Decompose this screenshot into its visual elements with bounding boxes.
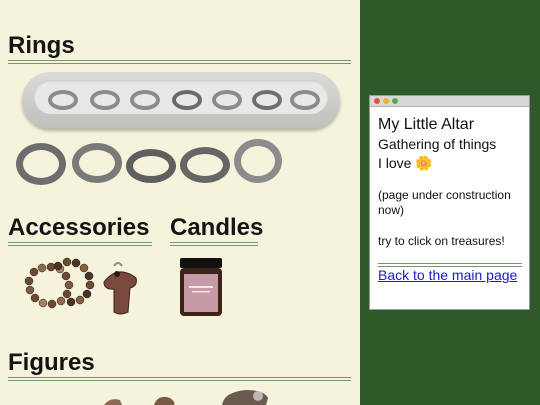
ring-3[interactable] — [130, 90, 160, 110]
window-title-bar[interactable] — [370, 96, 529, 107]
candles-divider — [170, 242, 258, 246]
large-ring-5[interactable] — [234, 139, 282, 183]
rings-divider — [8, 60, 351, 64]
large-ring-3[interactable] — [126, 149, 176, 183]
tray-inner — [34, 80, 328, 114]
ring-5[interactable] — [212, 90, 242, 110]
info-window: My Little Altar Gathering of things I lo… — [369, 95, 530, 310]
site-subtitle-line-2: I love 🌼 — [378, 155, 433, 171]
ring-1[interactable] — [48, 90, 78, 110]
candle-image[interactable] — [178, 256, 224, 318]
figures-divider — [8, 377, 351, 381]
click-hint: try to click on treasures! — [378, 234, 505, 248]
ring-2[interactable] — [90, 90, 120, 110]
section-heading-rings: Rings — [8, 32, 75, 59]
section-heading-candles: Candles — [170, 214, 264, 241]
large-ring-2[interactable] — [72, 143, 122, 183]
large-ring-1[interactable] — [16, 143, 66, 185]
accessories-image[interactable] — [14, 256, 144, 318]
figures-image[interactable] — [96, 388, 286, 405]
site-title: My Little Altar — [378, 116, 475, 133]
minimize-icon[interactable] — [383, 98, 389, 104]
section-heading-figures: Figures — [8, 349, 95, 376]
rings-tray-image[interactable] — [22, 72, 340, 128]
close-icon[interactable] — [374, 98, 380, 104]
large-ring-4[interactable] — [180, 147, 230, 183]
back-to-main-link[interactable]: Back to the main page — [378, 266, 518, 284]
maximize-icon[interactable] — [392, 98, 398, 104]
ring-4[interactable] — [172, 90, 202, 110]
ring-7[interactable] — [290, 90, 320, 110]
ring-6[interactable] — [252, 90, 282, 110]
content-panel: Rings Accessories Candles Figures — [0, 0, 360, 405]
section-heading-accessories: Accessories — [8, 214, 150, 241]
site-subtitle-line-1: Gathering of things — [378, 136, 497, 152]
construction-note: (page under construction now) — [378, 188, 511, 217]
accessories-divider — [8, 242, 152, 246]
